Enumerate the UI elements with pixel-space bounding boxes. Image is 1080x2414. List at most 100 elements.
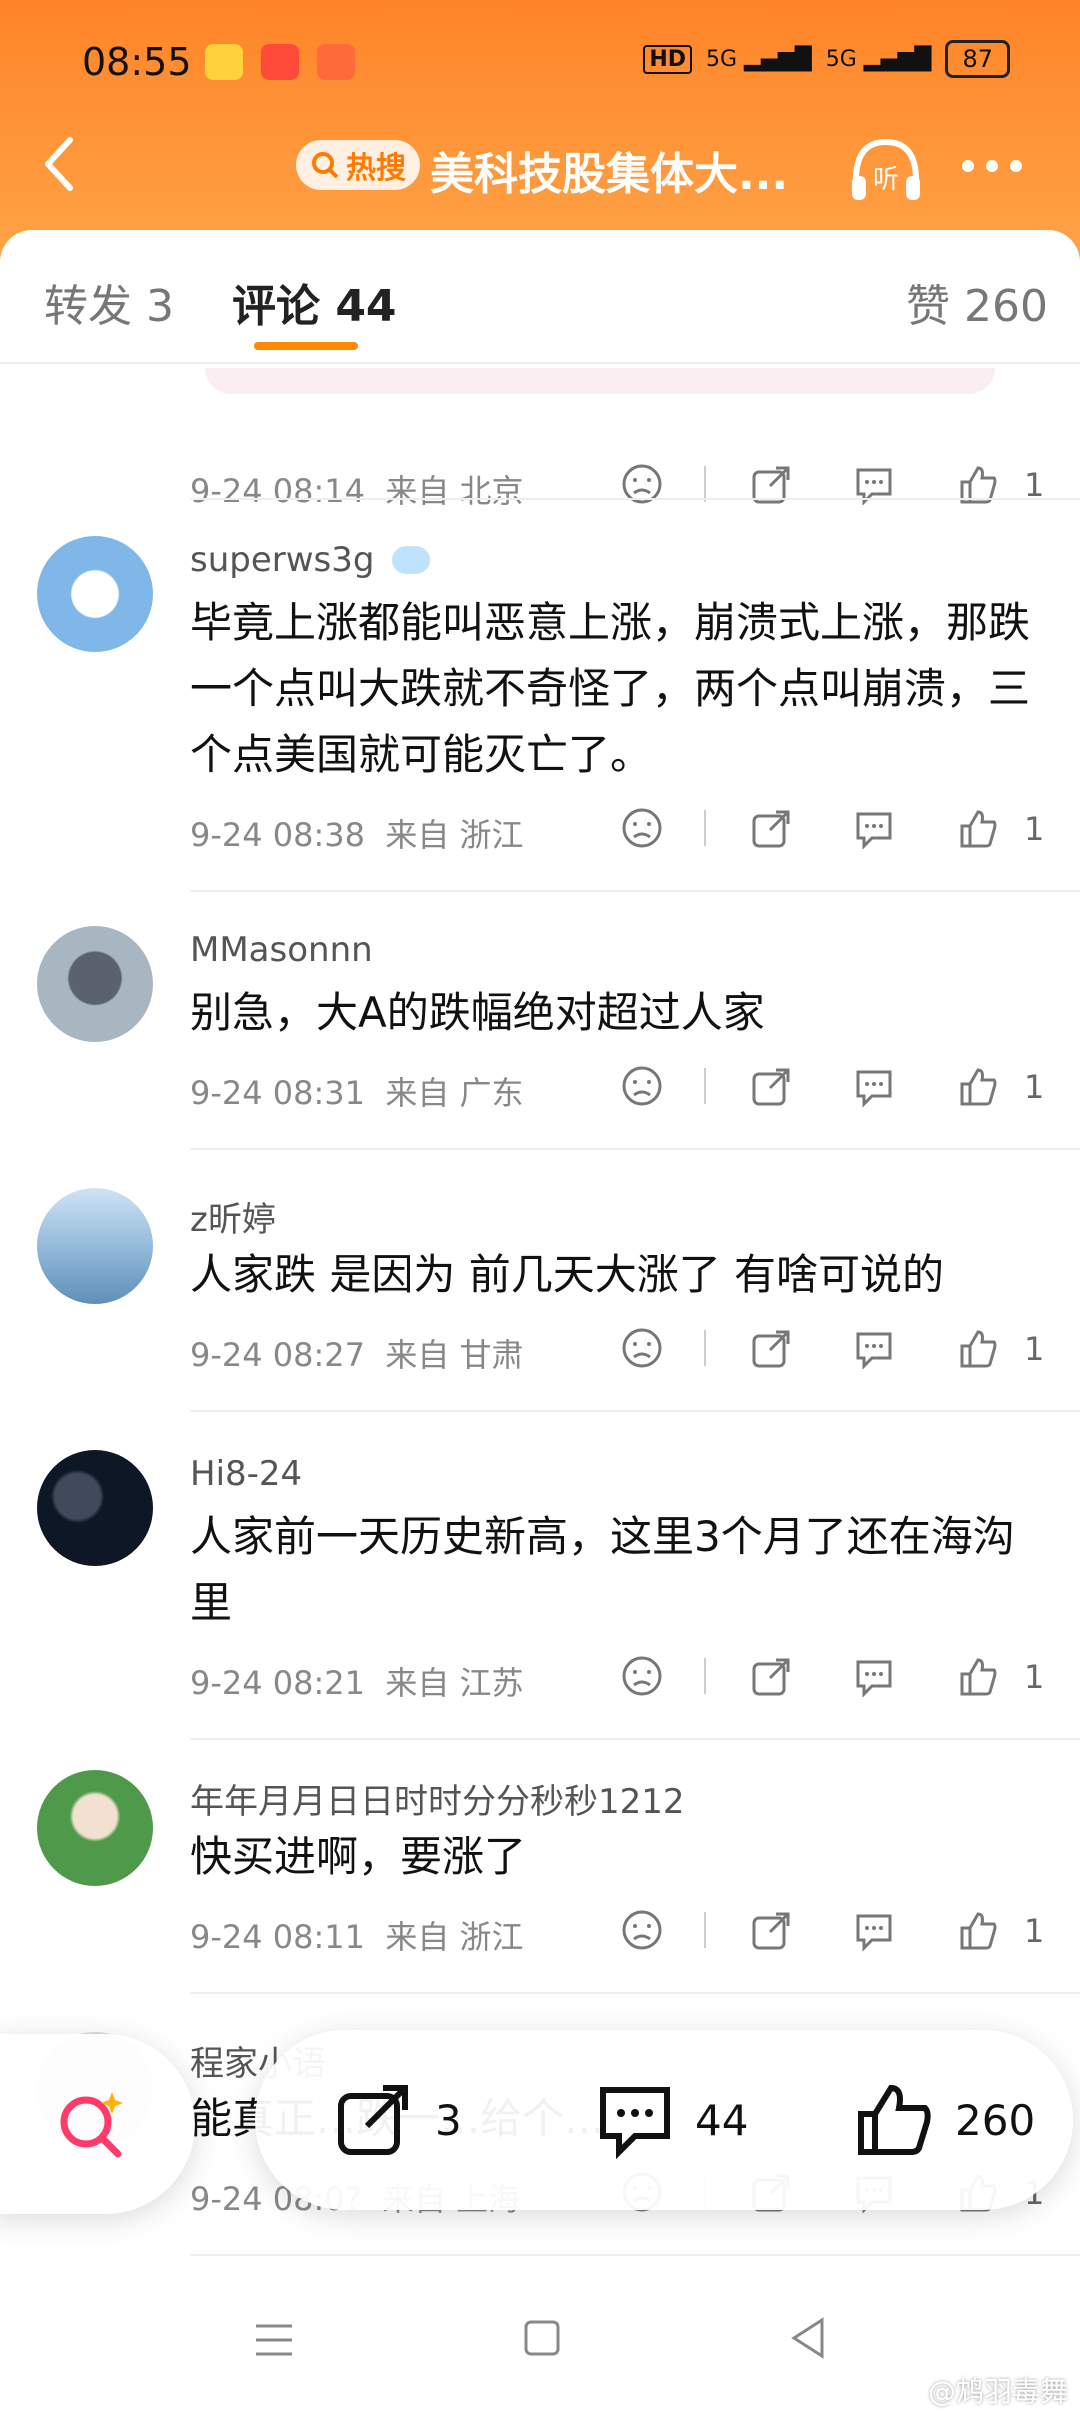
comment-divider	[190, 1738, 1080, 1740]
comment-icon[interactable]	[852, 1908, 896, 1952]
comment-bubble-icon	[600, 2087, 670, 2160]
share-icon[interactable]	[750, 1654, 794, 1698]
comment-text: 别急，大A的跌幅绝对超过人家	[190, 988, 765, 1037]
share-icon[interactable]	[750, 806, 794, 850]
dislike-icon[interactable]	[620, 1326, 664, 1370]
watermark: @鸩羽毒舞	[927, 2375, 1068, 2408]
repost-count: 3	[435, 2095, 462, 2145]
comment-location: 来自 甘肃	[385, 1336, 524, 1374]
dislike-icon[interactable]	[620, 1654, 664, 1698]
comment-username[interactable]: z昕婷	[190, 1192, 276, 1241]
quoted-content-edge	[205, 368, 995, 394]
notification-icons	[205, 44, 355, 80]
system-navigation-bar	[0, 2290, 1080, 2414]
comment-actions: 1	[620, 1326, 1044, 1378]
avatar[interactable]	[37, 536, 153, 652]
hot-search-label: 热搜	[346, 151, 406, 186]
comment-time: 9-24 08:27	[190, 1336, 366, 1374]
action-separator	[704, 1658, 706, 1694]
comment-text: 人家前一天历史新高，这里3个月了还在海沟里	[190, 1512, 1015, 1627]
avatar[interactable]	[37, 926, 153, 1042]
comment-icon[interactable]	[852, 1326, 896, 1370]
dislike-icon[interactable]	[620, 1064, 664, 1108]
like-count: 1	[1024, 1068, 1045, 1106]
top-nav: 热搜 美科技股集体大... 听	[0, 130, 1080, 230]
share-icon[interactable]	[750, 1908, 794, 1952]
repost-button[interactable]: 3	[335, 2080, 462, 2160]
member-badge-icon	[392, 546, 430, 574]
comment-time: 9-24 08:11	[190, 1918, 366, 1956]
more-options-icon[interactable]	[962, 160, 1022, 172]
dislike-icon[interactable]	[620, 1908, 664, 1952]
listen-label: 听	[873, 165, 899, 195]
comment-actions: 1	[620, 1064, 1044, 1116]
comment-actions: 1	[620, 1654, 1044, 1706]
comment-username[interactable]: Hi8-24	[190, 1454, 302, 1494]
comment-button[interactable]: 44	[595, 2080, 748, 2160]
menu-icon[interactable]	[252, 2320, 296, 2360]
comment-location: 来自 北京	[385, 472, 524, 510]
like-count: 1	[1024, 1912, 1045, 1950]
share-icon[interactable]	[750, 1326, 794, 1370]
comment-username[interactable]: 年年月月日日时时分分秒秒1212	[190, 1774, 685, 1823]
comment-divider	[190, 2254, 1080, 2256]
comment-text: 毕竟上涨都能叫恶意上涨，崩溃式上涨，那跌一个点叫大跌就不奇怪了，两个点叫崩溃，三…	[190, 598, 1031, 779]
like-button[interactable]: 260	[855, 2080, 1035, 2160]
like-count: 1	[1024, 810, 1045, 848]
tab-repost[interactable]: 转发 3	[44, 270, 174, 334]
comment-username[interactable]: superws3g	[190, 540, 374, 580]
comment-text: 人家跌 是因为 前几天大涨了 有啥可说的	[190, 1250, 945, 1299]
tab-likes[interactable]: 赞 260	[906, 270, 1048, 334]
comment-icon[interactable]	[852, 1064, 896, 1108]
signal-5g-icon: 5G ▂▄▆█	[706, 46, 812, 72]
home-icon[interactable]	[522, 2318, 562, 2358]
comment-time: 9-24 08:21	[190, 1664, 366, 1702]
comment-divider	[190, 890, 1080, 892]
dislike-icon[interactable]	[620, 806, 664, 850]
like-total: 260	[955, 2095, 1036, 2145]
comment-meta: 9-24 08:31 来自 广东	[190, 1068, 524, 1114]
listen-headphones-icon[interactable]: 听	[846, 130, 926, 210]
avatar[interactable]	[37, 1450, 153, 1566]
comment-actions: 1	[620, 806, 1044, 858]
tab-comments[interactable]: 评论 44	[232, 270, 397, 334]
search-button[interactable]	[0, 2034, 195, 2214]
action-separator	[704, 1912, 706, 1948]
like-icon[interactable]	[956, 1326, 1000, 1370]
signal-5g-icon-2: 5G ▂▄▆█	[825, 46, 932, 72]
thumbs-up-icon	[858, 2084, 931, 2155]
search-sparkle-icon	[60, 2092, 123, 2158]
page-title: 美科技股集体大...	[430, 149, 789, 200]
comment-meta: 9-24 08:38 来自 浙江	[190, 810, 524, 856]
like-icon[interactable]	[956, 1908, 1000, 1952]
comment-divider	[190, 1148, 1080, 1150]
app-icon	[261, 44, 299, 80]
comment-icon[interactable]	[852, 806, 896, 850]
avatar[interactable]	[37, 1770, 153, 1886]
search-icon	[312, 152, 339, 179]
back-nav-icon[interactable]	[788, 2316, 828, 2360]
book-app-icon	[317, 44, 355, 80]
action-separator	[704, 810, 706, 846]
back-arrow-icon[interactable]	[40, 134, 80, 194]
comment-divider	[190, 1992, 1080, 1994]
weibo-app-icon	[205, 44, 243, 80]
comment-icon[interactable]	[852, 1654, 896, 1698]
like-count: 1	[1024, 1330, 1045, 1368]
hd-icon: HD	[643, 44, 693, 74]
comment-divider	[190, 1410, 1080, 1412]
comment-username[interactable]: MMasonnn	[190, 930, 373, 970]
like-icon[interactable]	[956, 1654, 1000, 1698]
comment-time: 9-24 08:14	[190, 472, 366, 510]
like-icon[interactable]	[956, 806, 1000, 850]
share-icon[interactable]	[750, 1064, 794, 1108]
comment-actions: 1	[620, 462, 1044, 514]
status-bar: 08:55 HD 5G ▂▄▆█ 5G ▂▄▆█ 87	[0, 0, 1080, 130]
comment-time: 9-24 08:31	[190, 1074, 366, 1112]
bottom-action-bar: 3 44 260	[255, 2030, 1073, 2210]
like-icon[interactable]	[956, 1064, 1000, 1108]
comment-count: 44	[695, 2095, 749, 2145]
action-separator	[704, 1330, 706, 1366]
hot-search-tag[interactable]: 热搜	[296, 140, 420, 190]
avatar[interactable]	[37, 1188, 153, 1304]
